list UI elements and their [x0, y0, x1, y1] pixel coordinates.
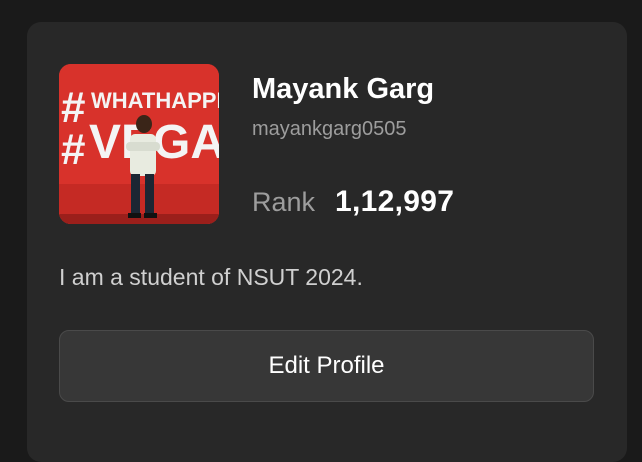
profile-avatar[interactable]: # WHATHAPPE # VEGA — [59, 64, 219, 224]
profile-name: Mayank Garg — [252, 73, 435, 105]
rank-value: 1,12,997 — [335, 185, 455, 218]
profile-username: mayankgarg0505 — [252, 118, 407, 140]
edit-profile-button[interactable]: Edit Profile — [59, 330, 594, 402]
profile-bio: I am a student of NSUT 2024. — [59, 264, 363, 290]
profile-card: # WHATHAPPE # VEGA Mayank Garg mayankgar… — [27, 22, 627, 462]
svg-text:WHATHAPPE: WHATHAPPE — [91, 88, 219, 113]
edit-profile-label: Edit Profile — [268, 352, 385, 379]
rank-label: Rank — [252, 187, 316, 217]
avatar-photo-image: # WHATHAPPE # VEGA — [59, 64, 219, 224]
svg-text:#: # — [61, 125, 85, 174]
